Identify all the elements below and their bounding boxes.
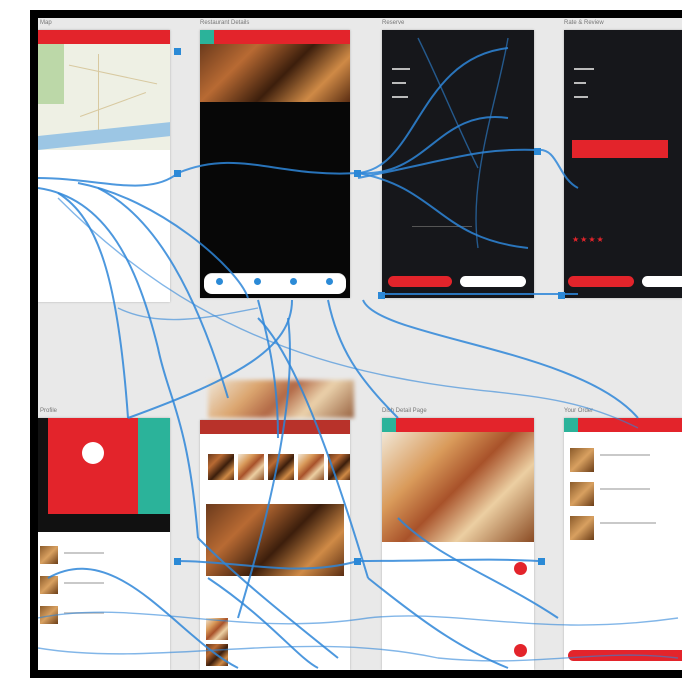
reserve-confirm-button[interactable] xyxy=(388,276,452,287)
dish-topbar xyxy=(382,418,534,432)
back-tab[interactable] xyxy=(564,418,578,432)
flow-node[interactable] xyxy=(538,558,545,565)
flow-node[interactable] xyxy=(354,170,361,177)
profile-tabs[interactable] xyxy=(38,514,170,532)
menu-list-thumb xyxy=(206,644,228,666)
reserve-cancel-button[interactable] xyxy=(460,276,526,287)
board-label-order: Your Order xyxy=(564,408,594,414)
list-item-thumb xyxy=(40,546,58,564)
map-park xyxy=(38,44,64,104)
tab-dot-icon[interactable] xyxy=(326,278,333,285)
artboard-canvas[interactable]: Map Restaurant Details Reserve Rate & Re… xyxy=(38,18,682,670)
order-item-text xyxy=(600,488,650,490)
menu-topbar xyxy=(200,420,350,434)
flow-node[interactable] xyxy=(354,558,361,565)
checkout-button[interactable] xyxy=(568,650,682,661)
map-topbar xyxy=(38,30,170,44)
screenshot-frame: Map Restaurant Details Reserve Rate & Re… xyxy=(30,10,682,678)
tab-dot-icon[interactable] xyxy=(254,278,261,285)
flow-line xyxy=(362,299,639,419)
tab-dot-icon[interactable] xyxy=(216,278,223,285)
restaurant-topbar xyxy=(200,30,350,44)
order-item-thumb xyxy=(570,448,594,472)
menu-featured-image[interactable] xyxy=(206,504,344,576)
board-label-map: Map xyxy=(40,20,52,26)
map-road xyxy=(98,54,99,134)
review-field[interactable] xyxy=(574,68,594,70)
dish-hero-image xyxy=(382,432,534,542)
order-item-thumb xyxy=(570,516,594,540)
review-field[interactable] xyxy=(574,96,588,98)
tab-dot-icon[interactable] xyxy=(290,278,297,285)
fab-add-icon[interactable] xyxy=(514,644,527,657)
flow-node[interactable] xyxy=(534,148,541,155)
menu-thumb[interactable] xyxy=(208,454,234,480)
review-topbar xyxy=(564,30,682,44)
review-submit-bar[interactable] xyxy=(572,140,668,158)
menu-thumb[interactable] xyxy=(298,454,324,480)
map-road xyxy=(68,64,158,85)
menu-screen[interactable] xyxy=(200,420,350,670)
form-field-time[interactable] xyxy=(392,82,406,84)
list-item-thumb xyxy=(40,576,58,594)
list-item-text xyxy=(64,582,104,584)
star-icon[interactable]: ★★★★ xyxy=(572,235,605,244)
dish-detail-screen[interactable] xyxy=(382,418,534,670)
profile-screen[interactable] xyxy=(38,418,170,670)
restaurant-detail-screen[interactable] xyxy=(200,30,350,298)
restaurant-tabbar[interactable] xyxy=(204,273,346,294)
review-screen[interactable]: ★★★★ xyxy=(564,30,682,298)
reserve-topbar xyxy=(382,30,534,44)
order-topbar xyxy=(564,418,682,432)
form-divider xyxy=(412,226,472,227)
board-label-reserve: Reserve xyxy=(382,20,405,26)
map-screen[interactable] xyxy=(38,30,170,302)
review-secondary-button[interactable] xyxy=(642,276,682,287)
list-item-text xyxy=(64,552,104,554)
order-screen[interactable] xyxy=(564,418,682,670)
flow-node[interactable] xyxy=(174,48,181,55)
flow-node[interactable] xyxy=(174,558,181,565)
flow-line xyxy=(117,307,259,321)
order-item-text xyxy=(600,522,656,524)
list-item-thumb xyxy=(40,606,58,624)
map-road xyxy=(79,92,147,117)
board-label-review: Rate & Review xyxy=(564,20,604,26)
board-label-dish: Dish Detail Page xyxy=(382,408,427,414)
fab-add-icon[interactable] xyxy=(514,562,527,575)
order-item-thumb xyxy=(570,482,594,506)
board-label-profile: Profile xyxy=(40,408,58,414)
form-field-guests[interactable] xyxy=(392,96,408,98)
restaurant-hero-image xyxy=(200,44,350,102)
map-view[interactable] xyxy=(38,44,170,150)
menu-thumb[interactable] xyxy=(268,454,294,480)
flow-node[interactable] xyxy=(378,292,385,299)
reserve-screen[interactable] xyxy=(382,30,534,298)
flow-node[interactable] xyxy=(174,170,181,177)
flow-node[interactable] xyxy=(558,292,565,299)
avatar[interactable] xyxy=(82,442,104,464)
board-label-restaurant: Restaurant Details xyxy=(200,20,250,26)
menu-thumb[interactable] xyxy=(238,454,264,480)
map-water xyxy=(38,122,170,150)
menu-list-thumb xyxy=(206,618,228,640)
menu-thumb[interactable] xyxy=(328,454,350,480)
form-field-date[interactable] xyxy=(392,68,410,70)
back-tab[interactable] xyxy=(200,30,214,44)
review-primary-button[interactable] xyxy=(568,276,634,287)
list-item-text xyxy=(64,612,104,614)
back-tab[interactable] xyxy=(382,418,396,432)
review-field[interactable] xyxy=(574,82,586,84)
profile-accent xyxy=(138,418,170,514)
profile-header xyxy=(48,418,138,514)
order-item-text xyxy=(600,454,650,456)
menu-banner-image xyxy=(208,380,354,418)
